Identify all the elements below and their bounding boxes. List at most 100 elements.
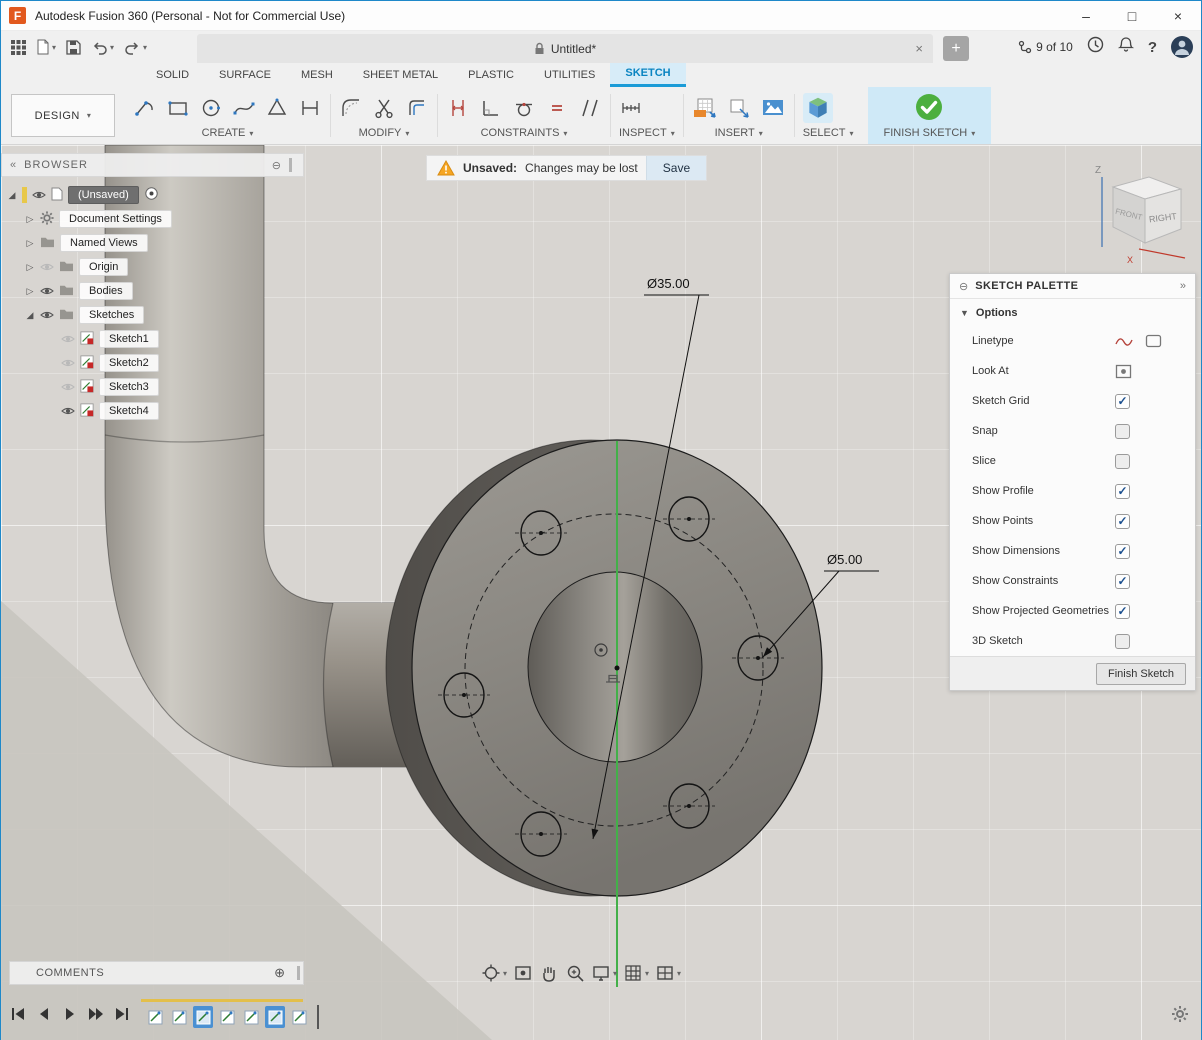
line-tool-icon[interactable]	[133, 96, 157, 120]
minimize-button[interactable]: –	[1063, 1, 1109, 31]
tree-root-row[interactable]: ◢ (Unsaved)	[1, 183, 304, 207]
eye-off-icon[interactable]	[61, 333, 75, 345]
sketch-item-label[interactable]: Sketch3	[99, 378, 159, 396]
tree-item-sketch4[interactable]: Sketch4	[1, 399, 304, 423]
play-button[interactable]	[59, 1003, 81, 1025]
version-indicator[interactable]: 9 of 10	[1018, 40, 1073, 54]
sketch-item-label[interactable]: Sketch2	[99, 354, 159, 372]
tree-item-label[interactable]: Document Settings	[59, 210, 172, 228]
select-tool-chip[interactable]	[803, 93, 833, 123]
constraints-group-label[interactable]: CONSTRAINTS	[481, 127, 560, 139]
tree-item-label[interactable]: Named Views	[60, 234, 148, 252]
slice-checkbox[interactable]	[1115, 454, 1130, 469]
sketch-dimension-icon[interactable]	[446, 96, 470, 120]
new-tab-button[interactable]: +	[943, 36, 969, 61]
expander-icon[interactable]: ▷	[25, 214, 35, 225]
eye-icon[interactable]	[32, 189, 46, 201]
modify-group-label[interactable]: MODIFY	[359, 127, 402, 139]
tab-surface[interactable]: SURFACE	[204, 63, 286, 87]
eye-icon[interactable]	[61, 405, 75, 417]
timeline-feature-selected[interactable]	[265, 1006, 285, 1028]
document-tab[interactable]: Untitled*	[534, 42, 596, 56]
tree-item-document-settings[interactable]: ▷ Document Settings	[1, 207, 304, 231]
tab-sheet-metal[interactable]: SHEET METAL	[348, 63, 453, 87]
look-at-icon[interactable]	[1115, 364, 1132, 379]
options-section-header[interactable]: ▼ Options	[950, 299, 1195, 326]
offset-tool-icon[interactable]	[405, 96, 429, 120]
insert-canvas-icon[interactable]	[760, 96, 786, 120]
linetype-box-icon[interactable]	[1145, 334, 1162, 348]
show-constraints-checkbox[interactable]: ✓	[1115, 574, 1130, 589]
tab-sketch[interactable]: SKETCH	[610, 63, 685, 87]
rectangle-tool-icon[interactable]	[166, 96, 190, 120]
insert-decal-icon[interactable]	[727, 96, 751, 120]
palette-expand-icon[interactable]: »	[1180, 280, 1186, 292]
tab-solid[interactable]: SOLID	[141, 63, 204, 87]
app-grid-icon[interactable]	[11, 40, 26, 55]
tree-item-label[interactable]: Origin	[79, 258, 128, 276]
add-comment-icon[interactable]: ⊕	[274, 965, 297, 981]
inspect-group-label[interactable]: INSPECT	[619, 127, 667, 139]
show-projected-checkbox[interactable]: ✓	[1115, 604, 1130, 619]
eye-off-icon[interactable]	[61, 381, 75, 393]
3d-sketch-checkbox[interactable]	[1115, 634, 1130, 649]
orbit-button[interactable]: ▾	[481, 963, 507, 983]
timeline-settings-gear-icon[interactable]	[1171, 1005, 1189, 1028]
look-at-button[interactable]	[513, 963, 533, 983]
focus-target-icon[interactable]	[144, 186, 159, 204]
tree-item-sketch2[interactable]: Sketch2	[1, 351, 304, 375]
tab-utilities[interactable]: UTILITIES	[529, 63, 610, 87]
model-canvas[interactable]: Ø35.00 Ø5.00 Unsaved: Changes may be los…	[1, 145, 1201, 1040]
tree-item-origin[interactable]: ▷ Origin	[1, 255, 304, 279]
sketch-item-label[interactable]: Sketch4	[99, 402, 159, 420]
expander-icon[interactable]: ◢	[7, 190, 17, 201]
job-status-icon[interactable]	[1087, 36, 1104, 58]
equal-constraint-icon[interactable]	[545, 96, 569, 120]
browser-header[interactable]: « BROWSER ⊖	[1, 153, 304, 177]
select-group-label[interactable]: SELECT	[803, 127, 846, 139]
tree-item-sketches[interactable]: ◢ Sketches	[1, 303, 304, 327]
undo-button[interactable]: ▾	[91, 40, 114, 55]
tangent-constraint-icon[interactable]	[512, 96, 536, 120]
fillet-tool-icon[interactable]	[339, 96, 363, 120]
expander-icon[interactable]: ▷	[25, 238, 35, 249]
tree-item-named-views[interactable]: ▷ Named Views	[1, 231, 304, 255]
step-forward-button[interactable]	[85, 1003, 107, 1025]
perpendicular-constraint-icon[interactable]	[479, 96, 503, 120]
tree-item-label[interactable]: Sketches	[79, 306, 144, 324]
skip-to-start-button[interactable]	[7, 1003, 29, 1025]
browser-scrollbar[interactable]	[289, 158, 292, 172]
tree-item-sketch3[interactable]: Sketch3	[1, 375, 304, 399]
spline-tool-icon[interactable]	[232, 96, 256, 120]
tree-item-bodies[interactable]: ▷ Bodies	[1, 279, 304, 303]
collapse-panel-icon[interactable]: «	[10, 159, 16, 171]
timeline-position-marker[interactable]	[317, 1005, 319, 1029]
grid-snaps-button[interactable]: ▾	[623, 963, 649, 983]
view-cube[interactable]: Z FRONT RIGHT X	[1089, 159, 1193, 269]
trim-scissors-icon[interactable]	[372, 96, 396, 120]
notifications-bell-icon[interactable]	[1118, 36, 1134, 58]
expander-icon[interactable]: ▷	[25, 286, 35, 297]
maximize-button[interactable]: □	[1109, 1, 1155, 31]
timeline-feature-sketch[interactable]	[241, 1006, 261, 1028]
finish-sketch-palette-button[interactable]: Finish Sketch	[1096, 663, 1186, 685]
polygon-tool-icon[interactable]	[265, 96, 289, 120]
minimize-panel-icon[interactable]: ⊖	[272, 159, 281, 172]
redo-button[interactable]: ▾	[124, 40, 147, 55]
show-dimensions-checkbox[interactable]: ✓	[1115, 544, 1130, 559]
timeline-feature-sketch[interactable]	[145, 1006, 165, 1028]
user-avatar[interactable]	[1171, 36, 1193, 58]
viewports-button[interactable]: ▾	[655, 963, 681, 983]
banner-save-button[interactable]: Save	[646, 156, 706, 180]
slot-tool-icon[interactable]	[298, 96, 322, 120]
create-group-label[interactable]: CREATE	[202, 127, 246, 139]
zoom-button[interactable]	[565, 963, 585, 983]
snap-checkbox[interactable]	[1115, 424, 1130, 439]
show-profile-checkbox[interactable]: ✓	[1115, 484, 1130, 499]
expander-icon[interactable]: ◢	[25, 310, 35, 321]
eye-icon[interactable]	[40, 309, 54, 321]
comments-scrollbar[interactable]	[297, 966, 300, 980]
tree-item-label[interactable]: Bodies	[79, 282, 133, 300]
expander-icon[interactable]: ▷	[25, 262, 35, 273]
sketch-item-label[interactable]: Sketch1	[99, 330, 159, 348]
